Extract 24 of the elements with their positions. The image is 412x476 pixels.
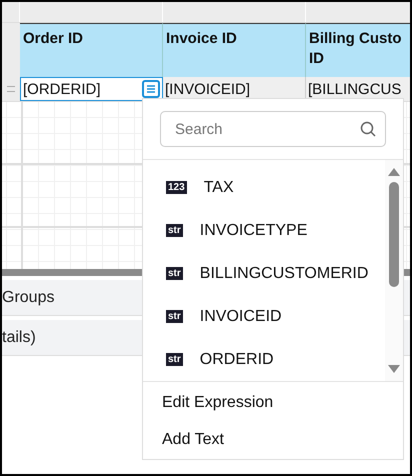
menu-action[interactable]: Add Text [143,421,403,458]
scroll-down-icon[interactable] [388,365,400,373]
drag-handle-icon[interactable] [7,86,15,92]
scrollbar-thumb[interactable] [389,182,399,287]
field-item[interactable]: 123 TAX [143,166,385,209]
field-item[interactable]: str BILLINGCUSTOMERID [143,252,385,295]
field-list-icon[interactable] [142,80,160,98]
field-item[interactable]: str ORDERID [143,338,385,381]
search-field[interactable]: Search [160,111,386,147]
table-cell[interactable]: [ORDERID] [20,77,163,101]
field-item[interactable]: str INVOICEID [143,295,385,338]
column-header[interactable]: Billing Custo ID [306,23,410,77]
search-icon [360,121,376,137]
menu-action[interactable]: Edit Expression [143,384,403,421]
type-badge: str [166,353,183,366]
type-badge: 123 [166,181,187,194]
table-cell[interactable]: [BILLINGCUS [306,77,410,101]
type-badge: str [166,224,183,237]
column-header[interactable]: Invoice ID [163,23,306,77]
field-item[interactable]: str INVOICETYPE [143,209,385,252]
type-badge: str [166,267,183,280]
scroll-up-icon[interactable] [388,168,400,176]
type-badge: str [166,310,183,323]
column-header[interactable]: Order ID [20,23,163,77]
